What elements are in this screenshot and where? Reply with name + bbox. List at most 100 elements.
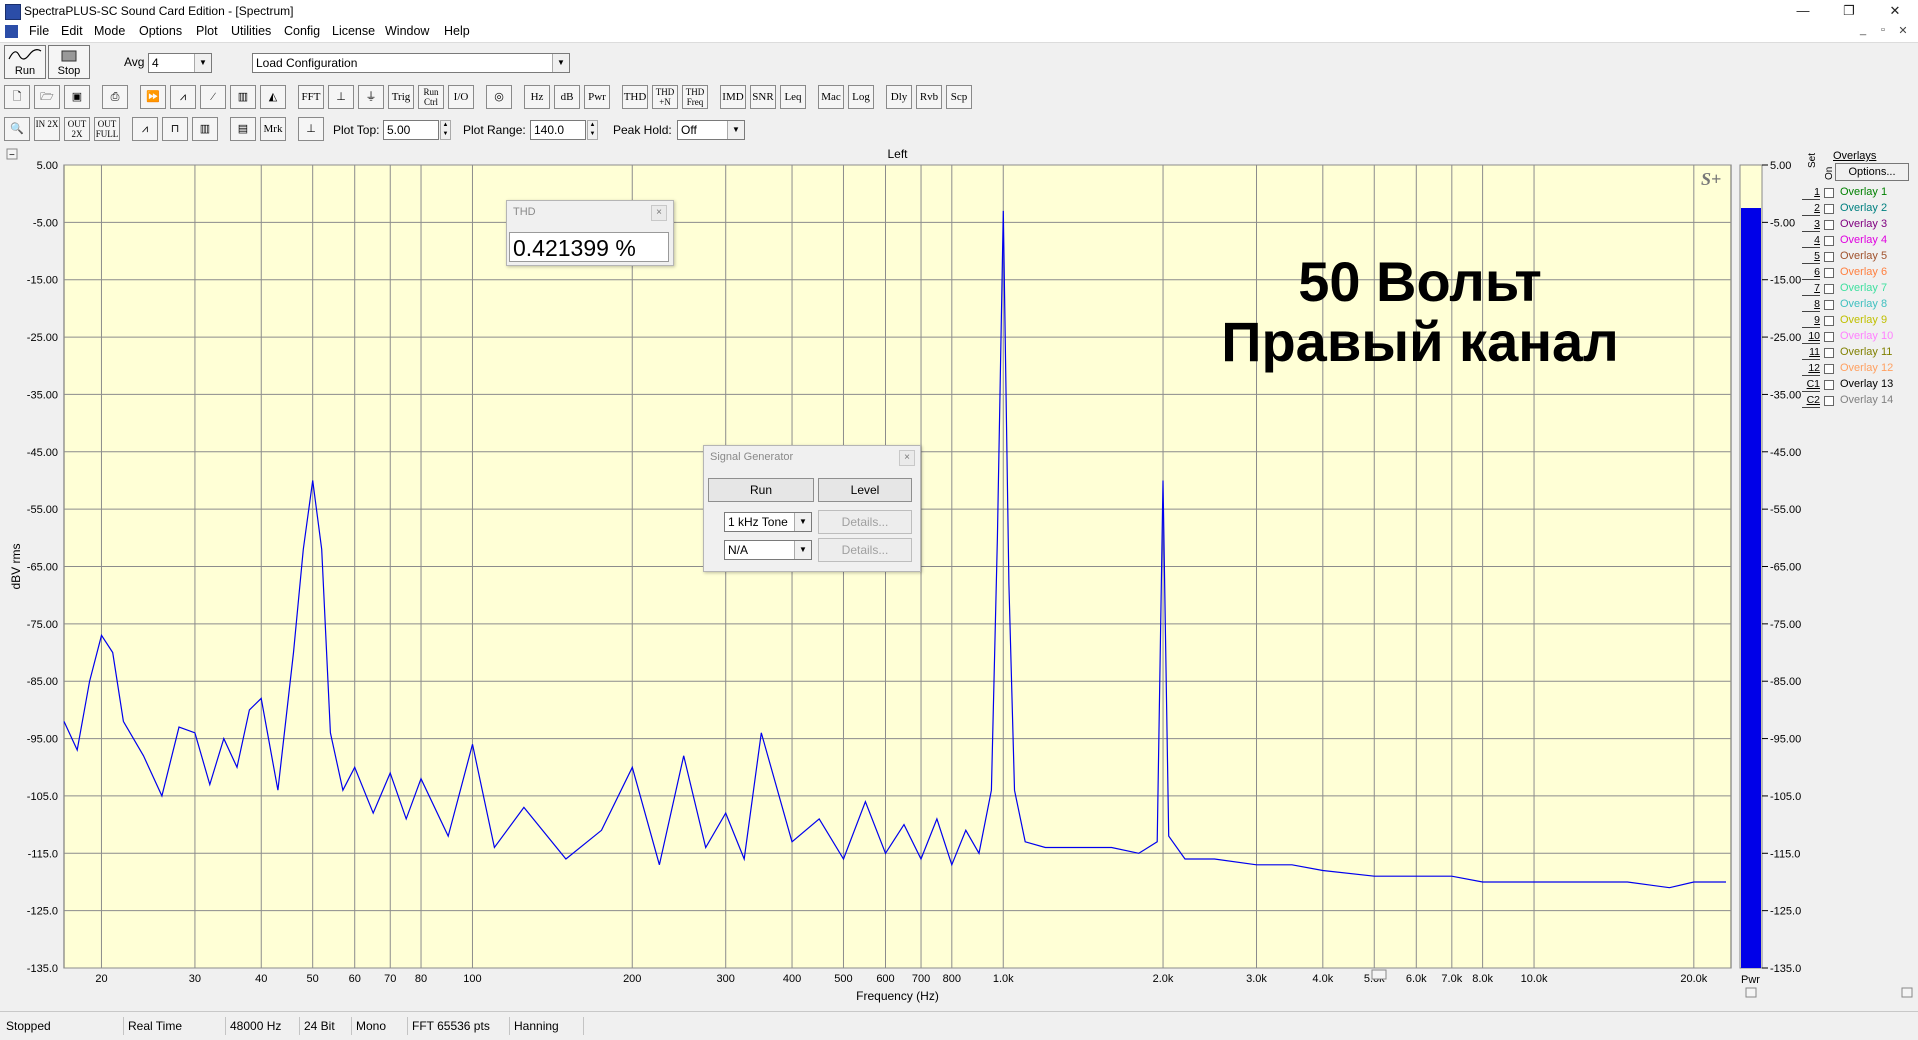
spectrum-mode-icon[interactable]: ⩘ [170, 85, 196, 109]
restore-button[interactable]: ❐ [1826, 0, 1872, 22]
thd-freq-button[interactable]: THD Freq [682, 85, 708, 109]
thd-button[interactable]: THD [622, 85, 648, 109]
zoom-icon[interactable]: 🔍 [4, 117, 30, 141]
cursor-icon[interactable]: ⊥ [298, 117, 324, 141]
overlay-set-button[interactable]: 6 [1802, 266, 1820, 280]
plot-range-spinner[interactable]: ▲ ▼ [587, 120, 598, 140]
leq-button[interactable]: Leq [780, 85, 806, 109]
overlay-checkbox[interactable] [1824, 268, 1834, 278]
thd-n-button[interactable]: THD +N [652, 85, 678, 109]
overlay-checkbox[interactable] [1824, 236, 1834, 246]
overlay-set-button[interactable]: 11 [1802, 346, 1820, 360]
menu-file[interactable]: File [24, 24, 54, 38]
spectrogram-icon[interactable]: ▥ [230, 85, 256, 109]
peak-hold-select[interactable]: Off ▼ [677, 120, 745, 140]
fast-forward-icon[interactable]: ⏩ [140, 85, 166, 109]
3d-surface-icon[interactable]: ◭ [260, 85, 286, 109]
close-icon[interactable]: × [651, 205, 667, 221]
run-ctrl-button[interactable]: Run Ctrl [418, 85, 444, 109]
menu-license[interactable]: License [327, 24, 380, 38]
overlay-set-button[interactable]: 12 [1802, 362, 1820, 376]
meter-collapse-button[interactable] [1745, 987, 1757, 998]
overlay-checkbox[interactable] [1824, 316, 1834, 326]
overlay-checkbox[interactable] [1824, 252, 1834, 262]
scp-button[interactable]: Scp [946, 85, 972, 109]
pwr-button[interactable]: Pwr [584, 85, 610, 109]
bar-plot-icon[interactable]: ▥ [192, 117, 218, 141]
overlay-checkbox[interactable] [1824, 380, 1834, 390]
overlay-checkbox[interactable] [1824, 396, 1834, 406]
calibrate-icon[interactable]: ⏚ [358, 85, 384, 109]
menu-window[interactable]: Window [380, 24, 434, 38]
avg-select[interactable]: 4 ▼ [148, 53, 212, 73]
overlay-set-button[interactable]: 2 [1802, 202, 1820, 216]
overlay-checkbox[interactable] [1824, 300, 1834, 310]
stop-button[interactable]: Stop [48, 45, 90, 79]
overlay-set-button[interactable]: 4 [1802, 234, 1820, 248]
run-button[interactable]: Run [4, 45, 46, 79]
mrk-button[interactable]: Mrk [260, 117, 286, 141]
minimize-button[interactable]: — [1780, 0, 1826, 22]
siggen-level-button[interactable]: Level [818, 478, 912, 502]
overlay-checkbox[interactable] [1824, 204, 1834, 214]
zoom-out-full-button[interactable]: OUT FULL [94, 117, 120, 141]
overlay-checkbox[interactable] [1824, 332, 1834, 342]
save-icon[interactable]: ▣ [64, 85, 90, 109]
siggen-run-button[interactable]: Run [708, 478, 814, 502]
time-series-icon[interactable]: ∕ [200, 85, 226, 109]
overlay-options-button[interactable]: Options... [1835, 163, 1909, 181]
mdi-restore-button[interactable]: ▫ [1874, 24, 1892, 36]
config-select[interactable]: Load Configuration ▼ [252, 53, 570, 73]
rvb-button[interactable]: Rvb [916, 85, 942, 109]
print-icon[interactable]: ⎙ [102, 85, 128, 109]
overlay-set-button[interactable]: 8 [1802, 298, 1820, 312]
overlay-set-button[interactable]: C1 [1802, 378, 1820, 392]
menu-config[interactable]: Config [279, 24, 325, 38]
zoom-in-2x-button[interactable]: IN 2X [34, 117, 60, 141]
waveform-select[interactable]: 1 kHz Tone ▼ [724, 512, 812, 532]
hz-button[interactable]: Hz [524, 85, 550, 109]
overlay-checkbox[interactable] [1824, 364, 1834, 374]
plot-top-spinner[interactable]: ▲ ▼ [440, 120, 451, 140]
trig-button[interactable]: Trig [388, 85, 414, 109]
step-plot-icon[interactable]: ⊓ [162, 117, 188, 141]
axis-icon[interactable]: ⊥ [328, 85, 354, 109]
details-button-1[interactable]: Details... [818, 510, 912, 534]
menu-edit[interactable]: Edit [56, 24, 88, 38]
menu-mode[interactable]: Mode [89, 24, 130, 38]
io-button[interactable]: I/O [448, 85, 474, 109]
menu-utilities[interactable]: Utilities [226, 24, 276, 38]
overlay-set-button[interactable]: 9 [1802, 314, 1820, 328]
overlay-checkbox[interactable] [1824, 348, 1834, 358]
thd-window[interactable]: THD × 0.421399 % [506, 200, 674, 266]
overlay-set-button[interactable]: 5 [1802, 250, 1820, 264]
signal-generator-window[interactable]: Signal Generator × Run Level 1 kHz Tone … [703, 445, 921, 572]
imd-button[interactable]: IMD [720, 85, 746, 109]
overlay-checkbox[interactable] [1824, 188, 1834, 198]
document-icon[interactable] [5, 25, 18, 38]
line-plot-icon[interactable]: ⩘ [132, 117, 158, 141]
overlay-checkbox[interactable] [1824, 220, 1834, 230]
mdi-close-button[interactable]: ✕ [1894, 24, 1912, 37]
mdi-minimize-button[interactable]: _ [1854, 24, 1872, 36]
menu-plot[interactable]: Plot [191, 24, 223, 38]
plot-range-input[interactable]: 140.0 [530, 120, 586, 140]
dly-button[interactable]: Dly [886, 85, 912, 109]
open-folder-icon[interactable]: 🗁 [34, 85, 60, 109]
overlay-set-button[interactable]: 1 [1802, 186, 1820, 200]
plot-top-input[interactable]: 5.00 [383, 120, 439, 140]
menu-help[interactable]: Help [439, 24, 475, 38]
overlay-set-button[interactable]: 10 [1802, 330, 1820, 344]
overlay-set-button[interactable]: C2 [1802, 394, 1820, 408]
zoom-out-2x-button[interactable]: OUT 2X [64, 117, 90, 141]
new-file-icon[interactable]: 🗋 [4, 85, 30, 109]
overlay-set-button[interactable]: 7 [1802, 282, 1820, 296]
overlay-set-button[interactable]: 3 [1802, 218, 1820, 232]
log-button[interactable]: Log [848, 85, 874, 109]
table-icon[interactable]: ▤ [230, 117, 256, 141]
signal-gen-icon[interactable]: ◎ [486, 85, 512, 109]
db-button[interactable]: dB [554, 85, 580, 109]
close-button[interactable]: ✕ [1872, 0, 1918, 22]
snr-button[interactable]: SNR [750, 85, 776, 109]
panel-collapse-button[interactable] [1901, 987, 1913, 998]
